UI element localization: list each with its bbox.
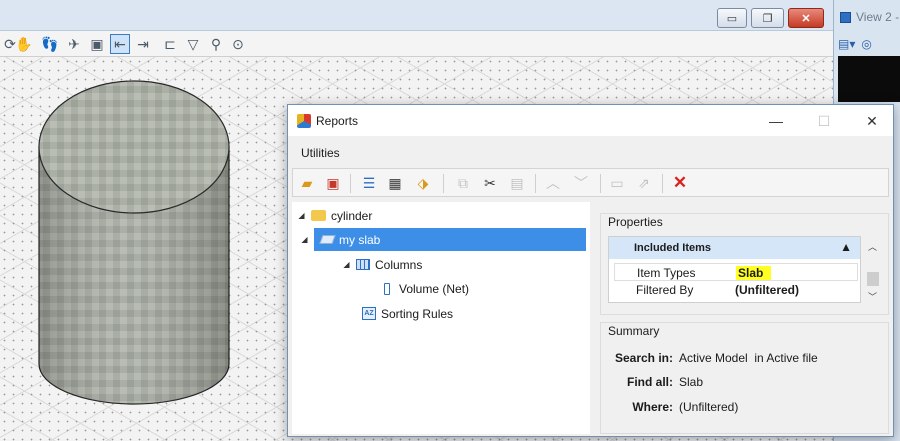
expand-arrow-icon[interactable]: ◢ [342, 260, 351, 269]
reports-dialog: Reports — ☐ ✕ Utilities ▰ ▣ ☰ ▦ ⬗ ⧉ ✂ ▤ … [287, 104, 894, 437]
move-up-icon[interactable]: ︿ [543, 173, 563, 193]
expand-arrow-icon[interactable]: ◢ [297, 211, 306, 220]
move-down-icon[interactable]: ﹀ [571, 173, 591, 193]
dialog-close-button[interactable]: ✕ [858, 111, 886, 131]
cube-icon [840, 11, 851, 23]
property-key: Item Types [637, 266, 696, 280]
tree-node-columns[interactable]: ◢ Columns [342, 253, 422, 276]
view-toolbar: ⟳ ✋ 👣 ✈ ▣ ⇤ ⇥ ⊏ ▽ ⚲ ⊙ [0, 31, 833, 57]
menu-bar: Utilities [288, 136, 893, 166]
scroll-thumb[interactable] [867, 272, 879, 286]
minimize-button[interactable]: ▭ [717, 8, 747, 28]
included-items-header[interactable]: Included Items ▲ [609, 237, 860, 259]
summary-find-value: Slab [679, 375, 704, 389]
property-row-filtered-by[interactable]: Filtered By (Unfiltered) [614, 281, 858, 299]
reports-toolbar: ▰ ▣ ☰ ▦ ⬗ ⧉ ✂ ▤ ︿ ﹀ ▭ ⇗ ✕ [292, 168, 889, 197]
cad-title-bar: ▭ ❐ ✕ [0, 0, 833, 31]
summary-find-key: Find all: [627, 375, 673, 389]
properties-scrollbar[interactable]: ︿ ﹀ [864, 236, 882, 303]
collapse-caret-icon[interactable]: ▲ [840, 240, 852, 254]
view-attributes-icon[interactable]: ▤▾ [838, 37, 855, 51]
pan-hand-icon[interactable]: ✋ [14, 34, 34, 54]
property-row-item-types[interactable]: Item Types Slab [614, 263, 858, 281]
reports-title-bar: Reports — ☐ ✕ [288, 105, 893, 136]
new-report-icon[interactable]: ▣ [323, 173, 343, 193]
column-icon [384, 282, 390, 295]
fly-icon[interactable]: ✈ [64, 34, 84, 54]
summary-search-key: Search in: [614, 351, 673, 365]
tree-node-label: Sorting Rules [381, 306, 454, 321]
new-folder-icon[interactable]: ▰ [297, 173, 317, 193]
tree-node-my-slab[interactable]: ◢ my slab [301, 228, 586, 251]
display-style-icon[interactable]: ◎ [861, 37, 871, 51]
properties-grid: Included Items ▲ Item Types Slab Filtere… [608, 236, 861, 303]
sort-icon: AZ [362, 307, 376, 320]
tree-node-sorting-rules[interactable]: AZ Sorting Rules [362, 302, 453, 325]
restore-button[interactable]: ❐ [751, 8, 784, 28]
scroll-up-icon[interactable]: ︿ [868, 240, 877, 253]
dialog-minimize-button[interactable]: — [762, 111, 790, 131]
reports-app-icon [297, 114, 311, 128]
expand-arrow-icon[interactable]: ◢ [300, 235, 309, 244]
view-previous-icon[interactable]: ⇤ [110, 34, 130, 54]
toolbar-separator [535, 174, 536, 193]
view-next-icon[interactable]: ⇥ [133, 34, 153, 54]
menu-utilities[interactable]: Utilities [301, 146, 340, 160]
save-icon[interactable]: ▭ [607, 173, 627, 193]
cut-icon[interactable]: ✂ [480, 173, 500, 193]
report-tree: ◢ cylinder ◢ my slab ◢ Columns Volume (N… [292, 202, 590, 434]
included-items-title: Included Items [634, 242, 712, 254]
cylinder-model [38, 80, 230, 405]
view-2-title: View 2 - [840, 10, 899, 24]
export-icon[interactable]: ⇗ [634, 173, 654, 193]
toolbar-separator [662, 174, 663, 193]
copy-view-icon[interactable]: ▣ [87, 34, 107, 54]
walk-icon[interactable]: 👣 [40, 34, 60, 54]
tree-node-label: Columns [375, 257, 423, 272]
tree-node-label: cylinder [331, 208, 373, 223]
table-grid-icon[interactable]: ▦ [385, 173, 405, 193]
report-icon [319, 235, 336, 244]
toolbar-separator [350, 174, 351, 193]
view-2-label: View 2 - [856, 10, 900, 24]
tree-node-volume[interactable]: Volume (Net) [384, 277, 469, 300]
tree-node-label: my slab [339, 232, 381, 247]
view-2-toolbar: ▤▾ ◎ [838, 34, 898, 54]
toolbar-separator [443, 174, 444, 193]
property-key: Filtered By [636, 283, 694, 297]
columns-list-icon[interactable]: ☰ [359, 173, 379, 193]
delete-icon[interactable]: ✕ [670, 173, 690, 193]
fit-view-icon[interactable]: ⊙ [228, 34, 248, 54]
columns-icon [356, 259, 370, 270]
toolbar-separator [600, 174, 601, 193]
zoom-icon[interactable]: ⚲ [206, 34, 226, 54]
summary-search-value: Active Model in Active file [679, 351, 818, 365]
copy-icon[interactable]: ⧉ [453, 173, 473, 193]
reports-title: Reports [316, 114, 359, 128]
filter-icon[interactable]: ▽ [183, 34, 203, 54]
properties-label: Properties [608, 215, 663, 229]
tree-node-cylinder[interactable]: ◢ cylinder [297, 204, 372, 227]
tag-icon[interactable]: ⬗ [413, 173, 433, 193]
scroll-down-icon[interactable]: ﹀ [868, 290, 877, 303]
paste-icon[interactable]: ▤ [507, 173, 527, 193]
property-value[interactable]: Slab [736, 266, 772, 280]
dialog-maximize-button[interactable]: ☐ [810, 111, 838, 131]
summary-label: Summary [608, 324, 660, 338]
summary-where-value: (Unfiltered) [679, 400, 739, 414]
clip-volume-icon[interactable]: ⊏ [160, 34, 180, 54]
summary-where-key: Where: [632, 400, 673, 414]
view-2-canvas[interactable] [838, 56, 900, 102]
property-value[interactable]: (Unfiltered) [735, 283, 799, 297]
tree-node-label: Volume (Net) [399, 281, 470, 296]
close-button[interactable]: ✕ [788, 8, 824, 28]
folder-icon [311, 210, 326, 221]
